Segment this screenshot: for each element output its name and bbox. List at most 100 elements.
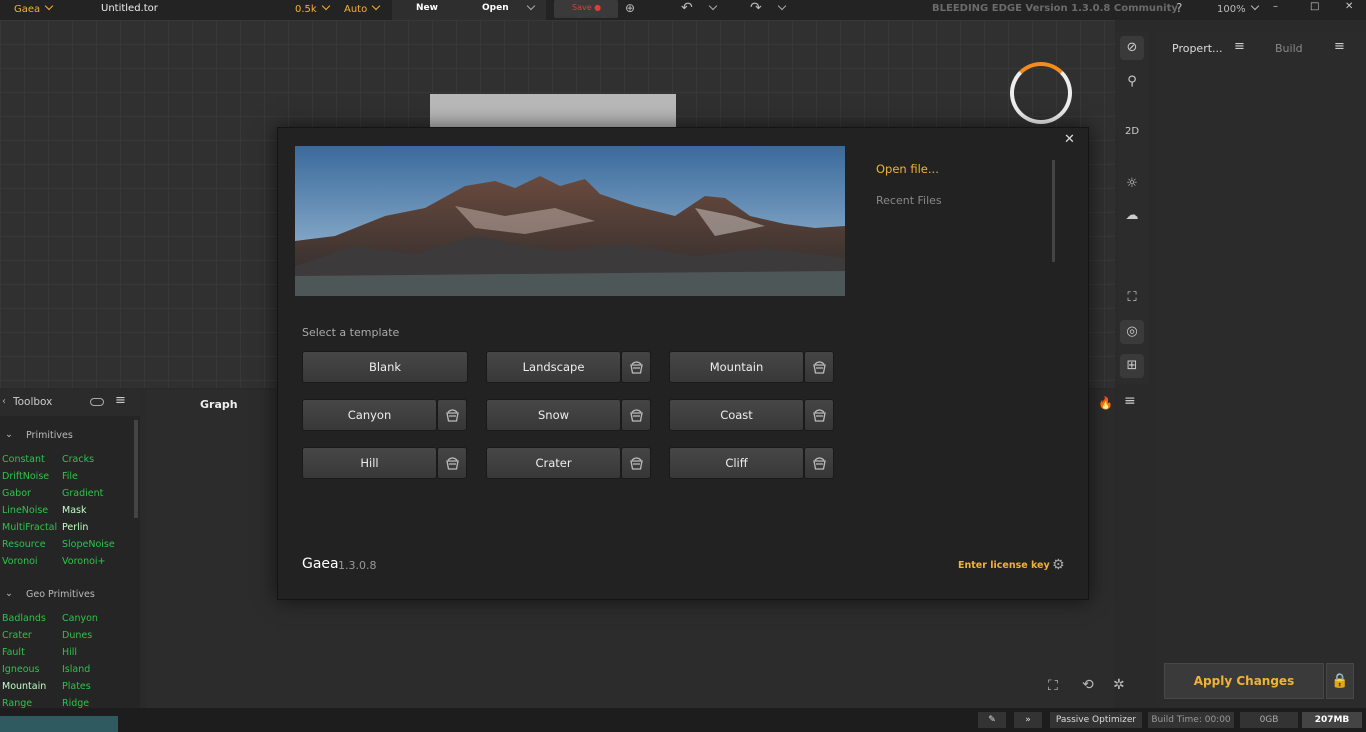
- toolbox-node[interactable]: Gradient: [62, 488, 103, 499]
- template-cliff-options[interactable]: [804, 447, 834, 479]
- template-canyon-button[interactable]: Canyon: [302, 399, 437, 431]
- pin-icon[interactable]: ⚲: [1120, 70, 1144, 94]
- redo-icon[interactable]: ↷: [750, 0, 762, 16]
- template-landscape-options[interactable]: [621, 351, 651, 383]
- template-crater-options[interactable]: [621, 447, 651, 479]
- template-coast-options[interactable]: [804, 399, 834, 431]
- sun-icon[interactable]: ☼: [1120, 172, 1144, 196]
- menu-icon[interactable]: ≡: [1334, 39, 1345, 54]
- menu-icon[interactable]: ≡: [1234, 39, 1245, 54]
- menu-icon[interactable]: ≡: [115, 393, 126, 408]
- toolbox-node[interactable]: Voronoi: [2, 556, 38, 567]
- template-canyon-options[interactable]: [437, 399, 467, 431]
- tab-properties[interactable]: Propert...: [1172, 42, 1223, 55]
- collapse-icon[interactable]: ‹: [2, 396, 6, 407]
- link-icon[interactable]: ⊘: [1120, 36, 1144, 60]
- menu-icon[interactable]: ≡: [1124, 393, 1136, 409]
- disk-usage: 0GB: [1240, 712, 1298, 728]
- toggle-icon[interactable]: [90, 398, 104, 406]
- template-hill-options[interactable]: [437, 447, 467, 479]
- template-blank-button[interactable]: Blank: [302, 351, 468, 383]
- template-mountain-options[interactable]: [804, 351, 834, 383]
- toolbox-node[interactable]: Mountain: [2, 681, 46, 692]
- template-crater-button[interactable]: Crater: [486, 447, 621, 479]
- template-mountain-button[interactable]: Mountain: [669, 351, 804, 383]
- 2d-button[interactable]: 2D: [1120, 120, 1144, 144]
- scrollbar[interactable]: [134, 420, 138, 518]
- new-button[interactable]: New: [416, 3, 438, 13]
- template-coast-button[interactable]: Coast: [669, 399, 804, 431]
- template-snow-options[interactable]: [621, 399, 651, 431]
- flame-icon[interactable]: 🔥: [1098, 396, 1113, 410]
- help-icon[interactable]: ?: [1176, 1, 1182, 15]
- toolbox-node[interactable]: Hill: [62, 647, 77, 658]
- gear-icon[interactable]: ⚙: [1052, 557, 1065, 573]
- tab-build[interactable]: Build: [1275, 42, 1303, 55]
- toolbox-node[interactable]: Perlin: [62, 522, 88, 533]
- passive-optimizer[interactable]: Passive Optimizer: [1050, 712, 1142, 728]
- toolbox-category[interactable]: Geo Primitives: [26, 589, 95, 600]
- toolbox-node[interactable]: Constant: [2, 454, 45, 465]
- undo-icon[interactable]: ↶: [681, 0, 693, 16]
- toolbox-node[interactable]: Badlands: [2, 613, 46, 624]
- compass-icon[interactable]: ◎: [1120, 320, 1144, 344]
- chevron-down-icon[interactable]: ⌄: [5, 429, 13, 440]
- apply-changes-button[interactable]: Apply Changes: [1164, 663, 1324, 699]
- build-mode-select[interactable]: Auto: [344, 1, 381, 15]
- app-menu[interactable]: Gaea: [14, 0, 54, 16]
- recent-files-heading: Recent Files: [876, 194, 942, 207]
- cloud-icon[interactable]: ☁: [1120, 204, 1144, 228]
- toolbox-node[interactable]: Canyon: [62, 613, 98, 624]
- zoom-select[interactable]: 100%: [1217, 1, 1259, 15]
- toolbox-node[interactable]: Crater: [2, 630, 32, 641]
- toolbox-node[interactable]: Voronoi+: [62, 556, 106, 567]
- fit-view-icon[interactable]: ⛶: [1048, 678, 1058, 694]
- toolbox-node[interactable]: Ridge: [62, 698, 89, 708]
- chevron-down-icon[interactable]: ⌄: [5, 588, 13, 599]
- close-icon[interactable]: ✕: [1064, 132, 1075, 147]
- recent-files-scrollbar[interactable]: [1052, 160, 1055, 262]
- toolbox-node[interactable]: Island: [62, 664, 90, 675]
- resolution-select[interactable]: 0.5k: [295, 1, 330, 15]
- toolbox-node[interactable]: Igneous: [2, 664, 39, 675]
- toolbox-node[interactable]: Mask: [62, 505, 86, 516]
- template-landscape-button[interactable]: Landscape: [486, 351, 621, 383]
- toolbox-node[interactable]: SlopeNoise: [62, 539, 115, 550]
- minimize-icon[interactable]: –: [1273, 1, 1278, 12]
- toolbox-node[interactable]: Range: [2, 698, 32, 708]
- tab-graph[interactable]: Graph: [200, 398, 238, 411]
- close-window-icon[interactable]: ✕: [1345, 1, 1353, 12]
- enter-license-link[interactable]: Enter license key: [958, 560, 1050, 571]
- grid-icon[interactable]: ⊞: [1120, 354, 1144, 378]
- open-file-link[interactable]: Open file...: [876, 162, 939, 176]
- pencil-icon[interactable]: ✎: [978, 712, 1006, 728]
- toolbox-category[interactable]: Primitives: [26, 430, 73, 441]
- toolbox-node[interactable]: File: [62, 471, 78, 482]
- toolbox-node[interactable]: MultiFractal: [2, 522, 57, 533]
- toolbox-node[interactable]: Dunes: [62, 630, 92, 641]
- toolbox-node[interactable]: DriftNoise: [2, 471, 49, 482]
- layout-icon[interactable]: ✲: [1113, 677, 1125, 693]
- toolbox-panel: ‹ Toolbox ≡ ⌄ Primitives Constant Cracks Dri…: [0, 390, 140, 708]
- frame-icon[interactable]: ⛶: [1120, 286, 1144, 310]
- open-button[interactable]: Open: [482, 3, 509, 13]
- redo-history-dropdown[interactable]: [773, 1, 787, 15]
- memory-usage: 207MB: [1302, 712, 1362, 728]
- app-name: Gaea: [14, 4, 41, 15]
- template-snow-button[interactable]: Snow: [486, 399, 621, 431]
- toolbox-node[interactable]: Gabor: [2, 488, 31, 499]
- refresh-icon[interactable]: ⟲: [1082, 677, 1094, 693]
- toolbox-node[interactable]: Plates: [62, 681, 91, 692]
- toolbox-node[interactable]: LineNoise: [2, 505, 48, 516]
- open-dropdown[interactable]: [522, 1, 536, 15]
- toolbox-node[interactable]: Fault: [2, 647, 25, 658]
- add-circle-icon[interactable]: ⊕: [625, 1, 635, 15]
- template-cliff-button[interactable]: Cliff: [669, 447, 804, 479]
- toolbox-node[interactable]: Resource: [2, 539, 46, 550]
- undo-history-dropdown[interactable]: [704, 1, 718, 15]
- maximize-icon[interactable]: □: [1310, 1, 1319, 12]
- lock-icon[interactable]: 🔒: [1326, 663, 1354, 699]
- template-hill-button[interactable]: Hill: [302, 447, 437, 479]
- toolbox-node[interactable]: Cracks: [62, 454, 94, 465]
- fast-forward-icon[interactable]: »: [1014, 712, 1042, 728]
